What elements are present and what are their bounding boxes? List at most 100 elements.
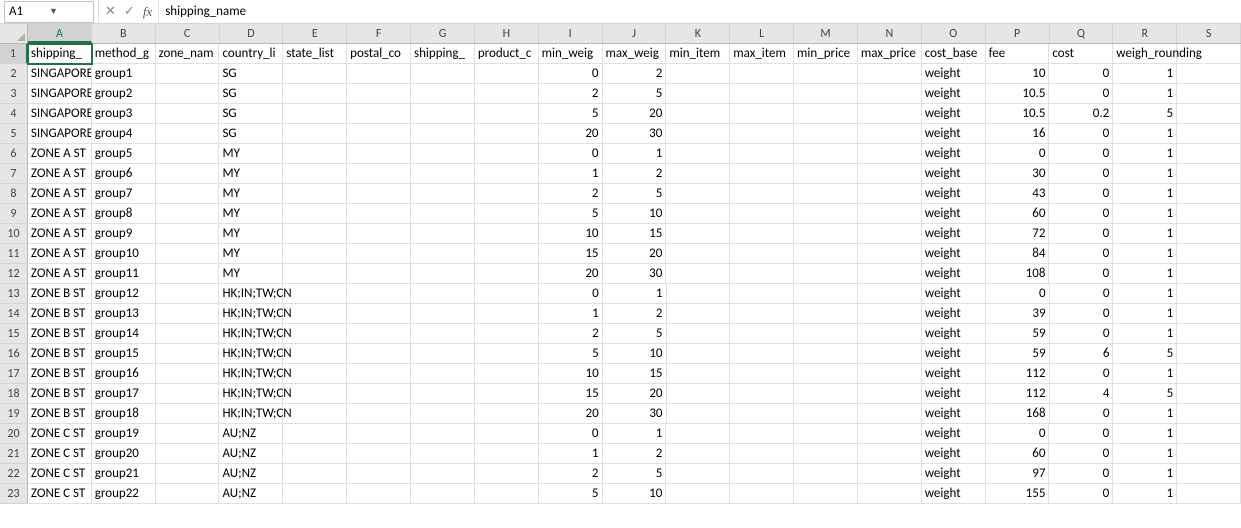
cell-A14[interactable]: ZONE B ST bbox=[28, 304, 92, 324]
cell-A7[interactable]: ZONE A ST bbox=[28, 164, 92, 184]
cell-O21[interactable]: weight bbox=[922, 444, 986, 464]
cell-B3[interactable]: group2 bbox=[92, 84, 156, 104]
cell-O1[interactable]: cost_base bbox=[922, 44, 986, 64]
row-header-1[interactable]: 1 bbox=[0, 44, 28, 64]
cell-D11[interactable]: MY bbox=[219, 244, 283, 264]
cell-S14[interactable] bbox=[1177, 304, 1241, 324]
cell-R17[interactable]: 1 bbox=[1113, 364, 1177, 384]
cell-E5[interactable] bbox=[283, 124, 347, 144]
cell-F19[interactable] bbox=[347, 404, 411, 424]
cell-E22[interactable] bbox=[283, 464, 347, 484]
cell-Q16[interactable]: 6 bbox=[1050, 344, 1114, 364]
row-header-4[interactable]: 4 bbox=[0, 104, 28, 124]
cell-P20[interactable]: 0 bbox=[986, 424, 1050, 444]
cell-A22[interactable]: ZONE C ST bbox=[28, 464, 92, 484]
cell-O18[interactable]: weight bbox=[922, 384, 986, 404]
cell-G18[interactable] bbox=[411, 384, 475, 404]
cell-K11[interactable] bbox=[666, 244, 730, 264]
cell-P4[interactable]: 10.5 bbox=[986, 104, 1050, 124]
cell-G11[interactable] bbox=[411, 244, 475, 264]
cell-O8[interactable]: weight bbox=[922, 184, 986, 204]
cell-B21[interactable]: group20 bbox=[92, 444, 156, 464]
column-header-R[interactable]: R bbox=[1113, 24, 1177, 43]
cell-M17[interactable] bbox=[794, 364, 858, 384]
cell-E3[interactable] bbox=[283, 84, 347, 104]
column-header-O[interactable]: O bbox=[922, 24, 986, 43]
cell-G22[interactable] bbox=[411, 464, 475, 484]
cell-L19[interactable] bbox=[730, 404, 794, 424]
cell-S10[interactable] bbox=[1177, 224, 1241, 244]
cell-E1[interactable]: state_list bbox=[283, 44, 347, 64]
cell-O15[interactable]: weight bbox=[922, 324, 986, 344]
cell-J19[interactable]: 30 bbox=[603, 404, 667, 424]
cell-P13[interactable]: 0 bbox=[986, 284, 1050, 304]
cell-C17[interactable] bbox=[156, 364, 220, 384]
cell-M13[interactable] bbox=[794, 284, 858, 304]
cell-J11[interactable]: 20 bbox=[603, 244, 667, 264]
cell-Q14[interactable]: 0 bbox=[1050, 304, 1114, 324]
cell-E8[interactable] bbox=[283, 184, 347, 204]
cell-L9[interactable] bbox=[730, 204, 794, 224]
cell-L13[interactable] bbox=[730, 284, 794, 304]
cell-J16[interactable]: 10 bbox=[603, 344, 667, 364]
cell-K3[interactable] bbox=[666, 84, 730, 104]
cell-M1[interactable]: min_price bbox=[794, 44, 858, 64]
cell-I16[interactable]: 5 bbox=[539, 344, 603, 364]
cell-O7[interactable]: weight bbox=[922, 164, 986, 184]
cell-I21[interactable]: 1 bbox=[539, 444, 603, 464]
cell-R12[interactable]: 1 bbox=[1113, 264, 1177, 284]
cell-N17[interactable] bbox=[858, 364, 922, 384]
cell-S19[interactable] bbox=[1177, 404, 1241, 424]
cell-N16[interactable] bbox=[858, 344, 922, 364]
cell-M21[interactable] bbox=[794, 444, 858, 464]
cell-B19[interactable]: group18 bbox=[92, 404, 156, 424]
cell-F14[interactable] bbox=[347, 304, 411, 324]
cell-K8[interactable] bbox=[666, 184, 730, 204]
cell-F22[interactable] bbox=[347, 464, 411, 484]
cell-K4[interactable] bbox=[666, 104, 730, 124]
cell-L4[interactable] bbox=[730, 104, 794, 124]
cell-B17[interactable]: group16 bbox=[92, 364, 156, 384]
cell-N12[interactable] bbox=[858, 264, 922, 284]
cell-E19[interactable] bbox=[283, 404, 347, 424]
cell-S17[interactable] bbox=[1177, 364, 1241, 384]
cell-R18[interactable]: 5 bbox=[1113, 384, 1177, 404]
cell-C1[interactable]: zone_nam bbox=[156, 44, 220, 64]
cell-H18[interactable] bbox=[475, 384, 539, 404]
cell-G21[interactable] bbox=[411, 444, 475, 464]
cell-M20[interactable] bbox=[794, 424, 858, 444]
row-header-15[interactable]: 15 bbox=[0, 324, 28, 344]
cell-M15[interactable] bbox=[794, 324, 858, 344]
cell-G16[interactable] bbox=[411, 344, 475, 364]
cell-E2[interactable] bbox=[283, 64, 347, 84]
cell-B1[interactable]: method_g bbox=[92, 44, 156, 64]
cell-D6[interactable]: MY bbox=[219, 144, 283, 164]
column-header-A[interactable]: A bbox=[28, 24, 92, 43]
cell-O23[interactable]: weight bbox=[922, 484, 986, 504]
cell-B13[interactable]: group12 bbox=[92, 284, 156, 304]
cell-Q13[interactable]: 0 bbox=[1050, 284, 1114, 304]
cell-F6[interactable] bbox=[347, 144, 411, 164]
cell-K5[interactable] bbox=[666, 124, 730, 144]
cell-N20[interactable] bbox=[858, 424, 922, 444]
cell-O14[interactable]: weight bbox=[922, 304, 986, 324]
cell-I7[interactable]: 1 bbox=[539, 164, 603, 184]
row-header-21[interactable]: 21 bbox=[0, 444, 28, 464]
cell-C8[interactable] bbox=[156, 184, 220, 204]
cell-E11[interactable] bbox=[283, 244, 347, 264]
cell-A11[interactable]: ZONE A ST bbox=[28, 244, 92, 264]
cell-C7[interactable] bbox=[156, 164, 220, 184]
cell-N10[interactable] bbox=[858, 224, 922, 244]
cell-F10[interactable] bbox=[347, 224, 411, 244]
cell-N5[interactable] bbox=[858, 124, 922, 144]
cell-G14[interactable] bbox=[411, 304, 475, 324]
cell-P12[interactable]: 108 bbox=[986, 264, 1050, 284]
cell-G3[interactable] bbox=[411, 84, 475, 104]
cell-F12[interactable] bbox=[347, 264, 411, 284]
cell-G15[interactable] bbox=[411, 324, 475, 344]
cell-C18[interactable] bbox=[156, 384, 220, 404]
cell-C12[interactable] bbox=[156, 264, 220, 284]
cell-O10[interactable]: weight bbox=[922, 224, 986, 244]
cell-N22[interactable] bbox=[858, 464, 922, 484]
row-header-16[interactable]: 16 bbox=[0, 344, 28, 364]
